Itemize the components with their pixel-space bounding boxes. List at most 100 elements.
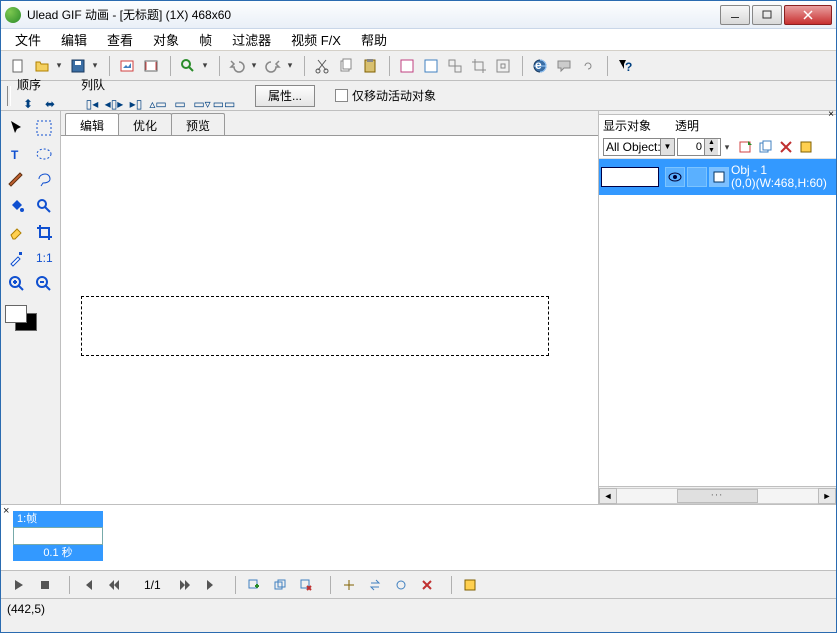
- canvas-object[interactable]: [81, 296, 549, 356]
- batch-icon[interactable]: [444, 55, 466, 77]
- tab-edit[interactable]: 编辑: [65, 113, 119, 135]
- redo-dropdown[interactable]: ▾: [286, 60, 294, 71]
- paste-icon[interactable]: [359, 55, 381, 77]
- dup-frame-icon[interactable]: [270, 575, 290, 595]
- first-frame-button[interactable]: [78, 575, 98, 595]
- fgcolor-swatch[interactable]: [5, 305, 27, 323]
- crop-icon[interactable]: [468, 55, 490, 77]
- undo-dropdown[interactable]: ▾: [250, 60, 258, 71]
- eyedropper-tool-icon[interactable]: [4, 246, 30, 270]
- menu-object[interactable]: 对象: [143, 28, 189, 51]
- chat-icon[interactable]: [553, 55, 575, 77]
- transparency-spinner[interactable]: ▲▼: [677, 138, 721, 156]
- last-frame-button[interactable]: [201, 575, 221, 595]
- import-video-icon[interactable]: [140, 55, 162, 77]
- menu-help[interactable]: 帮助: [351, 28, 397, 51]
- canvas[interactable]: [61, 135, 598, 504]
- import-image-icon[interactable]: [116, 55, 138, 77]
- bring-front-icon[interactable]: ⬍: [17, 93, 39, 115]
- save-icon[interactable]: [67, 55, 89, 77]
- object-item[interactable]: Obj - 1 (0,0)(W:468,H:60): [599, 159, 836, 195]
- stop-button[interactable]: [35, 575, 55, 595]
- minimize-button[interactable]: [720, 5, 750, 25]
- panel-close-icon[interactable]: ×: [828, 109, 834, 120]
- tab-preview[interactable]: 预览: [171, 113, 225, 135]
- zoomout-tool-icon[interactable]: [32, 272, 58, 296]
- frame-item[interactable]: 1:帧 0.1 秒: [13, 511, 103, 561]
- menu-edit[interactable]: 编辑: [51, 28, 97, 51]
- actualsize-tool-icon[interactable]: 1:1: [32, 246, 58, 270]
- menu-filter[interactable]: 过滤器: [222, 28, 281, 51]
- cut-icon[interactable]: [311, 55, 333, 77]
- undo-icon[interactable]: [226, 55, 248, 77]
- lock-slot-icon[interactable]: [687, 167, 707, 187]
- magnify-dropdown[interactable]: ▾: [201, 60, 209, 71]
- delete-object-icon[interactable]: [777, 138, 795, 156]
- export-psd-icon[interactable]: [420, 55, 442, 77]
- menu-bar: 文件 编辑 查看 对象 帧 过滤器 视频 F/X 帮助: [1, 29, 836, 51]
- maximize-button[interactable]: [752, 5, 782, 25]
- open-icon[interactable]: [31, 55, 53, 77]
- tween-icon[interactable]: [339, 575, 359, 595]
- eraser-tool-icon[interactable]: [4, 220, 30, 244]
- wand-tool-icon[interactable]: [32, 194, 58, 218]
- duplicate-object-icon[interactable]: [757, 138, 775, 156]
- open-dropdown[interactable]: ▾: [55, 60, 63, 71]
- scroll-right-icon[interactable]: ►: [818, 488, 836, 504]
- export-gif-icon[interactable]: [396, 55, 418, 77]
- menu-videofx[interactable]: 视频 F/X: [281, 28, 351, 51]
- move-only-checkbox[interactable]: 仅移动活动对象: [335, 87, 436, 104]
- move-only-label: 仅移动活动对象: [352, 87, 436, 104]
- prev-frame-button[interactable]: [104, 575, 124, 595]
- text-tool-icon[interactable]: T: [4, 142, 30, 166]
- tab-optimize[interactable]: 优化: [118, 113, 172, 135]
- next-frame-button[interactable]: [175, 575, 195, 595]
- transparency-input[interactable]: [678, 139, 704, 155]
- menu-frame[interactable]: 帧: [189, 28, 222, 51]
- order-bar: 顺序 ⬍ ⬌ 列队 ▯◂ ◂▯▸ ▸▯ ▵▭ ▭ ▭▿ ▭▭ 属性... 仅移动…: [1, 81, 836, 111]
- loop-icon[interactable]: [391, 575, 411, 595]
- copy-icon[interactable]: [335, 55, 357, 77]
- scroll-thumb[interactable]: ∙∙∙: [677, 489, 757, 503]
- magnify-icon[interactable]: [177, 55, 199, 77]
- send-back-icon[interactable]: ⬌: [39, 93, 61, 115]
- save-dropdown[interactable]: ▾: [91, 60, 99, 71]
- spinner-arrows-icon[interactable]: ▲▼: [704, 139, 718, 155]
- close-button[interactable]: [784, 5, 832, 25]
- visibility-eye-icon[interactable]: [665, 167, 685, 187]
- resize-icon[interactable]: [492, 55, 514, 77]
- object-scrollbar[interactable]: ◄ ∙∙∙ ►: [599, 486, 836, 504]
- brush-tool-icon[interactable]: [4, 168, 30, 192]
- new-icon[interactable]: [7, 55, 29, 77]
- mode-slot-icon[interactable]: [709, 167, 729, 187]
- crop-tool-icon[interactable]: [32, 220, 58, 244]
- scroll-track[interactable]: ∙∙∙: [617, 488, 818, 504]
- lasso-tool-icon[interactable]: [32, 168, 58, 192]
- properties-button[interactable]: 属性...: [255, 85, 315, 107]
- color-swatches[interactable]: [3, 303, 58, 339]
- link-icon[interactable]: [577, 55, 599, 77]
- scroll-left-icon[interactable]: ◄: [599, 488, 617, 504]
- delete-frame-icon[interactable]: [296, 575, 316, 595]
- bucket-tool-icon[interactable]: [4, 194, 30, 218]
- framestrip-close-icon[interactable]: ×: [3, 505, 9, 517]
- delete2-icon[interactable]: [417, 575, 437, 595]
- object-selector[interactable]: All Object:▼: [603, 138, 675, 156]
- menu-file[interactable]: 文件: [5, 28, 51, 51]
- zoomin-tool-icon[interactable]: [4, 272, 30, 296]
- pointer-tool-icon[interactable]: [4, 116, 30, 140]
- frame-props-icon[interactable]: [460, 575, 480, 595]
- ellipse-marquee-icon[interactable]: [32, 142, 58, 166]
- play-button[interactable]: [9, 575, 29, 595]
- menu-view[interactable]: 查看: [97, 28, 143, 51]
- context-help-icon[interactable]: ?: [614, 55, 636, 77]
- add-object-icon[interactable]: [737, 138, 755, 156]
- add-frame-icon[interactable]: [244, 575, 264, 595]
- redo-icon[interactable]: [262, 55, 284, 77]
- transparency-dropdown[interactable]: ▾: [723, 142, 731, 153]
- object-props-icon[interactable]: [797, 138, 815, 156]
- browser-icon[interactable]: e: [529, 55, 551, 77]
- order-icons: ⬍ ⬌: [17, 93, 61, 115]
- marquee-tool-icon[interactable]: [32, 116, 58, 140]
- reverse-icon[interactable]: [365, 575, 385, 595]
